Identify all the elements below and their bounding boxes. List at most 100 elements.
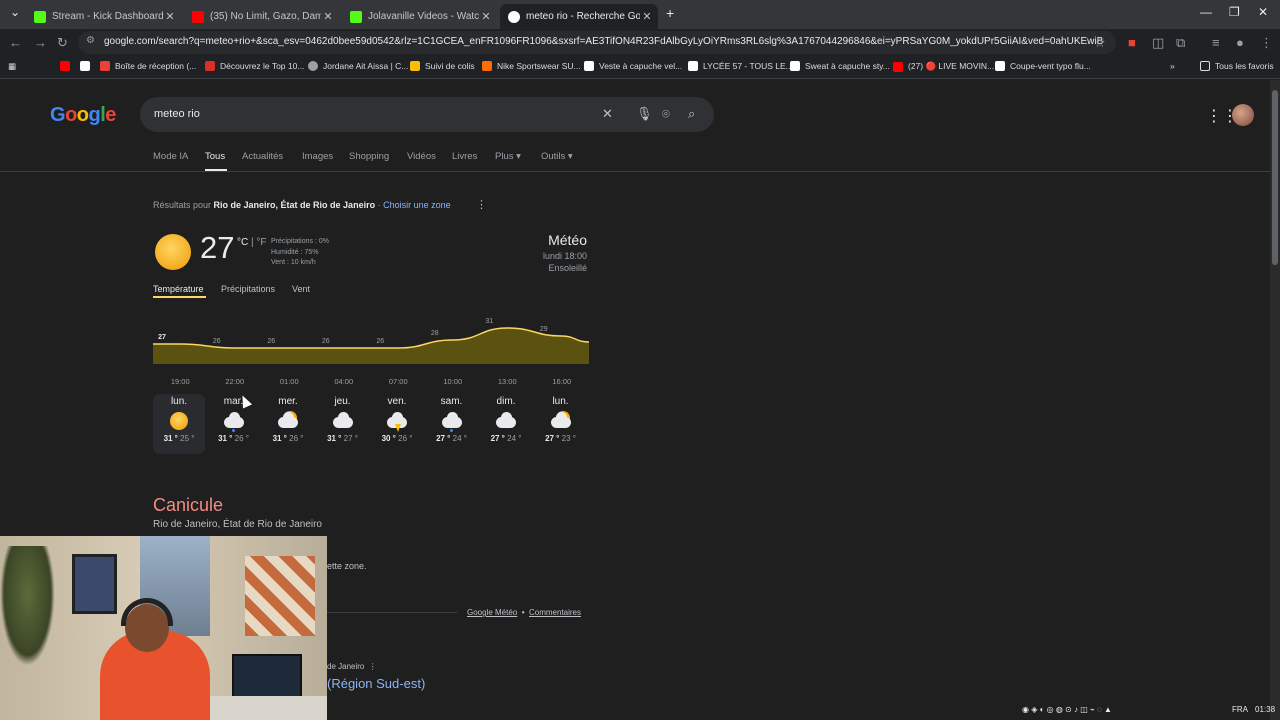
scrollbar-thumb[interactable] (1272, 90, 1278, 265)
unit-toggle[interactable]: °C | °F (237, 237, 267, 248)
omnibox[interactable]: ⚙ google.com/search?q=meteo+rio+&sca_esv… (78, 31, 1116, 54)
all-favorites[interactable]: Tous les favoris (1200, 61, 1274, 71)
day-name: mar. (223, 396, 244, 407)
bookmark-star-icon[interactable]: ☆ (1094, 35, 1106, 51)
tab-shopping[interactable]: Shopping (349, 151, 389, 162)
new-tab-button[interactable]: + (666, 5, 674, 21)
camera-lens-icon[interactable]: ⌾ (662, 106, 670, 122)
scrollbar[interactable] (1270, 80, 1280, 720)
choose-zone-link[interactable]: Choisir une zone (383, 200, 451, 210)
high-low-temps: 31 ° 25 ° (163, 434, 195, 443)
weather-details: Précipitations : 0% Humidité : 75% Vent … (271, 238, 329, 266)
bookmark-item[interactable]: Nike Sportswear SU... (482, 61, 581, 71)
browser-tab-1[interactable]: Stream - Kick Dashboard ✕ (26, 4, 181, 29)
forecast-day[interactable]: ven. 30 ° 26 ° (371, 394, 423, 454)
search-box[interactable]: meteo rio ✕ 🎙 ⌾ ⌕ (140, 97, 714, 132)
cloud-rain-icon (223, 411, 245, 432)
extension-icon[interactable]: ■ (1128, 35, 1136, 50)
forward-icon[interactable]: → (34, 35, 47, 50)
tab-temperature[interactable]: Température (153, 284, 204, 294)
bookmark-item[interactable]: (27) 🔴 LIVE MOVIN... (893, 61, 994, 72)
forecast-day[interactable]: mer. 31 ° 26 ° (262, 394, 314, 454)
google-logo[interactable]: Google (50, 104, 116, 127)
x-tick-label: 10:00 (443, 377, 462, 386)
tab-livres[interactable]: Livres (452, 151, 477, 162)
feedback-link[interactable]: Commentaires (529, 608, 581, 617)
extensions-puzzle-icon[interactable]: ⧉ (1176, 35, 1185, 51)
tab-actualites[interactable]: Actualités (242, 151, 283, 162)
tab-mode-ia[interactable]: Mode IA (153, 151, 188, 162)
search-icon[interactable]: ⌕ (688, 106, 695, 122)
tab-images[interactable]: Images (302, 151, 333, 162)
google-meteo-link[interactable]: Google Météo (467, 608, 517, 617)
forecast-day[interactable]: sam. 27 ° 24 ° (426, 394, 478, 454)
canicule-title[interactable]: Canicule (153, 495, 223, 516)
browser-tab-2[interactable]: (35) No Limit, Gazo, Damso - Li ✕ (184, 4, 339, 29)
browser-tab-strip: ⌄ Stream - Kick Dashboard ✕ (35) No Limi… (0, 0, 1280, 29)
close-icon[interactable]: ✕ (640, 10, 654, 23)
tab-vent[interactable]: Vent (292, 284, 310, 294)
apps-grid-icon[interactable]: ▦ (8, 61, 16, 72)
system-tray-icons[interactable]: ◉ ◈ ◐ ◎ ◍ ⊙ ♪ ◫ ⌁ ◌ ▲ (1022, 705, 1112, 714)
high-low-temps: 31 ° 26 ° (218, 434, 249, 443)
data-label: 26 (267, 338, 275, 345)
weather-footer: Google Météo • Commentaires (467, 608, 581, 617)
celsius-unit[interactable]: °C (237, 237, 248, 248)
language-indicator[interactable]: FRA (1232, 705, 1248, 714)
url-text[interactable]: google.com/search?q=meteo+rio+&sca_esv=0… (104, 36, 1104, 47)
avatar[interactable] (1232, 104, 1254, 126)
menu-kebab-icon[interactable]: ⋮ (1260, 35, 1273, 51)
high-low-temps: 30 ° 26 ° (381, 434, 413, 443)
close-icon[interactable]: ✕ (163, 10, 177, 23)
bookmark-icon[interactable] (80, 61, 95, 71)
clock[interactable]: 01:38 (1255, 705, 1275, 714)
bookmark-item[interactable]: Veste à capuche vel... (584, 61, 682, 71)
tab-outils[interactable]: Outils ▾ (541, 151, 573, 162)
bookmark-item[interactable]: Découvrez le Top 10... (205, 61, 304, 71)
tab-videos[interactable]: Vidéos (407, 151, 436, 162)
tab-plus[interactable]: Plus ▾ (495, 151, 521, 162)
canicule-subtitle: Rio de Janeiro, État de Rio de Janeiro (153, 519, 322, 530)
x-tick-label: 16:00 (552, 377, 571, 386)
forecast-day[interactable]: lun. 31 ° 25 ° (153, 394, 205, 454)
search-input[interactable]: meteo rio (154, 108, 200, 120)
microphone-icon[interactable]: 🎙 (636, 106, 653, 122)
bookmark-item[interactable]: Suivi de colis (410, 61, 475, 71)
reload-icon[interactable]: ↻ (57, 35, 68, 51)
divider (0, 171, 1270, 172)
tab-search-icon[interactable]: ⌄ (10, 5, 20, 19)
browser-tab-3[interactable]: Jolavanille Videos - Watch On- ✕ (342, 4, 497, 29)
webcam-wall-art (245, 556, 315, 636)
more-options-icon[interactable]: ⋮ (476, 198, 487, 211)
bookmark-item[interactable]: Sweat à capuche sty... (790, 61, 890, 71)
extension-icon[interactable]: ◫ (1152, 35, 1164, 51)
cloud-rain-icon (441, 411, 463, 432)
tab-tous[interactable]: Tous (205, 151, 225, 162)
temperature-chart: 27 19:00 26 22:00 26 01:00 26 04:00 26 07:00 28 10:… (153, 318, 589, 386)
fahrenheit-unit[interactable]: °F (256, 237, 266, 248)
bookmark-item[interactable]: LYCÉE 57 - TOUS LE... (688, 61, 793, 71)
close-icon[interactable]: ✕ (321, 10, 335, 23)
close-window-icon[interactable]: ✕ (1258, 5, 1268, 19)
forecast-day[interactable]: dim. 27 ° 24 ° (480, 394, 532, 454)
forecast-day[interactable]: jeu. 31 ° 27 ° (317, 394, 369, 454)
webcam-plant (0, 546, 55, 666)
minimize-icon[interactable]: — (1200, 5, 1212, 19)
site-info-icon[interactable]: ⚙ (86, 35, 95, 46)
bookmark-item[interactable]: Coupe-vent typo flu... (995, 61, 1091, 71)
day-name: lun. (552, 396, 569, 407)
browser-tab-4[interactable]: meteo rio - Recherche Google ✕ (500, 4, 658, 29)
media-icon[interactable]: ≡ (1212, 35, 1220, 50)
profile-icon[interactable]: ● (1236, 35, 1244, 50)
back-icon[interactable]: ← (9, 35, 22, 50)
restore-icon[interactable]: ❐ (1229, 5, 1240, 19)
tab-precipitations[interactable]: Précipitations (221, 284, 275, 294)
clear-icon[interactable]: ✕ (602, 106, 613, 122)
bookmark-item[interactable]: Jordane Ait Aissa | C... (308, 61, 408, 71)
result-title-link[interactable]: (Région Sud-est) (327, 676, 425, 691)
forecast-day[interactable]: lun. 27 ° 23 ° (535, 394, 587, 454)
chevron-right-icon[interactable]: » (1170, 61, 1175, 71)
close-icon[interactable]: ✕ (479, 10, 493, 23)
bookmark-youtube-icon[interactable] (60, 61, 75, 71)
bookmark-item[interactable]: Boîte de réception (... (100, 61, 196, 71)
